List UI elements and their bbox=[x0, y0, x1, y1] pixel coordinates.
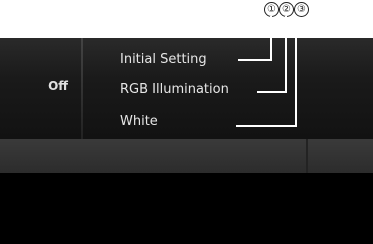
callout-3: ③ bbox=[294, 2, 309, 17]
menu-item-rgb-illumination[interactable]: RGB Illumination bbox=[120, 82, 229, 97]
current-value-label: Off bbox=[48, 79, 68, 93]
callout-2: ② bbox=[279, 2, 294, 17]
menu-item-initial-setting[interactable]: Initial Setting bbox=[120, 52, 207, 67]
content-area bbox=[0, 173, 373, 244]
band-divider bbox=[306, 139, 308, 173]
menu-item-white[interactable]: White bbox=[120, 114, 158, 129]
status-band bbox=[0, 139, 373, 173]
panel-divider bbox=[81, 38, 83, 139]
device-screen: Off Initial Setting RGB Illumination Whi… bbox=[0, 38, 373, 244]
callout-1: ① bbox=[264, 2, 279, 17]
